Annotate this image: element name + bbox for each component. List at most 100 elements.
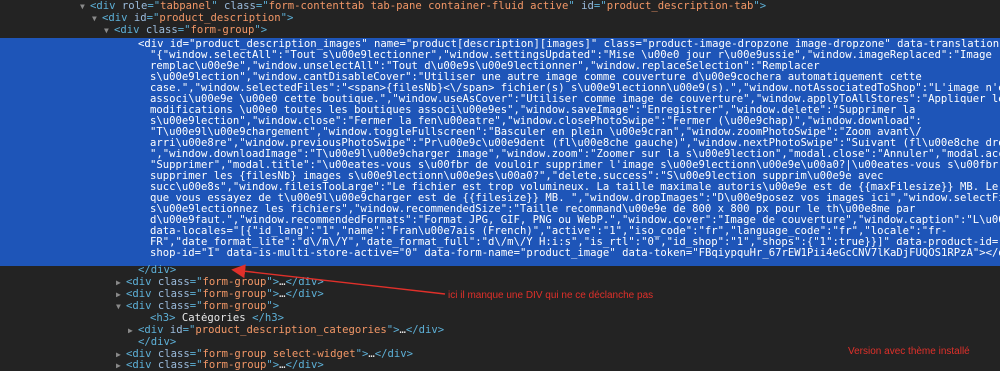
- collapse-arrow-icon[interactable]: ▶: [116, 349, 126, 360]
- code-token: =": [991, 237, 1000, 248]
- product-description-images-line-9[interactable]: "T\u00e9l\u00e9chargement","window.toggl…: [0, 127, 1000, 138]
- code-token: id: [133, 13, 147, 24]
- code-token: form-group select-widget: [202, 349, 356, 360]
- code-token: class: [223, 1, 256, 12]
- code-token: =": [399, 39, 413, 50]
- code-token: case.","window.selectedFiles":"<span>{fi…: [150, 83, 1000, 94]
- product-description-images-line-19[interactable]: FR","date_format_lite":"d\/m\/Y","date_f…: [0, 237, 1000, 248]
- code-token: </div>: [285, 277, 324, 288]
- code-token: </div>: [285, 360, 324, 371]
- code-token: class: [145, 25, 178, 36]
- code-token: data-is-multi-store-active: [226, 248, 393, 259]
- expand-arrow-icon[interactable]: ▼: [116, 301, 126, 312]
- code-token: FR","date_format_lite":"d\/m\/Y","date_f…: [150, 237, 890, 248]
- product-description-images-line-3[interactable]: remplac\u00e9e","window.unselectAll":"To…: [0, 61, 1000, 72]
- form-group-expanded-line[interactable]: ▼ <div class="form-group">: [0, 301, 1000, 312]
- code-token: ": [884, 39, 898, 50]
- code-token: s\u00e9lection","window.close":"Fermer l…: [150, 116, 922, 127]
- code-token: product_image: [526, 248, 610, 259]
- expand-arrow-icon[interactable]: ▼: [104, 25, 114, 36]
- code-token: =": [226, 226, 240, 237]
- code-token: form-group: [202, 360, 267, 371]
- product-description-images-line-12[interactable]: "Supprimer","modal.title":"\u00eates-vou…: [0, 160, 1000, 171]
- product-description-images-line-6[interactable]: associ\u00e9e \u00e0 cette boutique.","w…: [0, 94, 1000, 105]
- code-token: ">: [254, 25, 268, 36]
- product-description-images-line-10[interactable]: arri\u00e8re","window.previousPhotoSwipe…: [0, 138, 1000, 149]
- code-token: data-form-name: [424, 248, 514, 259]
- code-token: d\u00e9faut.","window.recommendedFormats…: [150, 215, 1000, 226]
- code-token: class: [157, 289, 190, 300]
- code-token: ": [609, 248, 623, 259]
- code-token: "></div>: [972, 248, 1000, 259]
- product-description-images-line-2[interactable]: "{"window.selectAll":"Tout s\u00e9lectio…: [0, 50, 1000, 61]
- product-description-images-line-4[interactable]: s\u00e9lection","window.cantDisableCover…: [0, 72, 1000, 83]
- form-group-collapsed-line-1[interactable]: ▶ <div class="form-group">…</div>: [0, 277, 1000, 288]
- code-token: product_description: [159, 13, 281, 24]
- code-token: associ\u00e9e \u00e0 cette boutique.","w…: [150, 94, 1000, 105]
- code-token: class: [157, 301, 190, 312]
- expand-arrow-icon[interactable]: ▼: [92, 13, 102, 24]
- code-token: =": [635, 39, 649, 50]
- code-token: form-group: [202, 277, 267, 288]
- product-description-images-line-20[interactable]: shop-id="1" data-is-multi-store-active="…: [0, 248, 1000, 259]
- collapse-arrow-icon[interactable]: ▶: [116, 360, 126, 371]
- code-token: =": [189, 277, 203, 288]
- code-token: =": [182, 39, 196, 50]
- code-token: shop-id: [150, 248, 195, 259]
- code-token: data-locales: [150, 226, 227, 237]
- code-token: product_description_categories: [195, 325, 387, 336]
- code-token: "T\u00e9l\u00e9chargement","window.toggl…: [150, 127, 922, 138]
- product-description-images-line-14[interactable]: succ\u00e8s","window.fileisTooLarge":"Le…: [0, 182, 1000, 193]
- collapse-arrow-icon[interactable]: ▶: [116, 289, 126, 300]
- code-token: class: [603, 39, 636, 50]
- form-group-collapsed-line-3[interactable]: ▶ <div class="form-group">…</div>: [0, 360, 1000, 371]
- code-token: ">: [266, 360, 280, 371]
- product-description-div-line[interactable]: ▼ <div id="product_description">: [0, 13, 1000, 24]
- code-token: form-group: [202, 289, 267, 300]
- collapse-arrow-icon[interactable]: ▶: [116, 277, 126, 288]
- product-description-images-line-18[interactable]: data-locales="[{"id_lang":"1","name":"Fr…: [0, 226, 1000, 237]
- product-description-images-line-7[interactable]: modifications \u00e0 toutes les boutique…: [0, 105, 1000, 116]
- code-token: role: [121, 1, 148, 12]
- code-token: </div>: [374, 349, 414, 360]
- h3-categories-line[interactable]: <h3> Catégories </h3>: [0, 313, 1000, 324]
- code-token: id: [169, 325, 183, 336]
- product-description-images-line-1[interactable]: <div id="product_description_images" nam…: [0, 39, 1000, 50]
- closing-div-line[interactable]: </div>: [0, 265, 1000, 276]
- code-token: "{"window.selectAll":"Tout s\u00e9lectio…: [150, 50, 992, 61]
- product-description-images-line-15[interactable]: que vous essayez de t\u00e9l\u00e9charge…: [0, 193, 1000, 204]
- code-token: =": [177, 25, 191, 36]
- code-token: <h3>: [150, 313, 176, 324]
- product-description-images-line-8[interactable]: s\u00e9lection","window.close":"Fermer l…: [0, 116, 1000, 127]
- product-description-images-line-16[interactable]: s\u00e9lectionnez les fichiers","window.…: [0, 204, 1000, 215]
- code-token: succ\u00e8s","window.fileisTooLarge":"Le…: [150, 182, 1000, 193]
- product-description-images-line-11[interactable]: ","window.downloadImage":"T\u00e9l\u00e9…: [0, 149, 1000, 160]
- code-token: ">: [280, 13, 294, 24]
- product-description-images-line-13[interactable]: supprimer les {filesNb} images s\u00e9le…: [0, 171, 1000, 182]
- product-description-images-line-5[interactable]: case.","window.selectedFiles":"<span>{fi…: [0, 83, 1000, 94]
- code-token: s\u00e9lection","window.cantDisableCover…: [150, 72, 922, 83]
- code-token: ": [590, 39, 604, 50]
- code-token: <div: [126, 277, 158, 288]
- code-token: ">: [753, 1, 767, 12]
- code-token: <div: [126, 289, 158, 300]
- code-token: =": [685, 248, 699, 259]
- code-token: <div: [126, 301, 158, 312]
- code-token: </div>: [405, 325, 445, 336]
- code-token: product-image-dropzone image-dropzone: [648, 39, 885, 50]
- code-token: supprimer les {filesNb} images s\u00e9le…: [150, 171, 884, 182]
- code-token: ": [211, 1, 224, 12]
- form-group-div-line[interactable]: ▼ <div class="form-group">: [0, 25, 1000, 36]
- missing-div-annotation: ici il manque une DIV qui ne ce déclanch…: [448, 290, 654, 301]
- code-token: </div>: [285, 289, 324, 300]
- theme-version-annotation: Version avec thème installé: [848, 346, 970, 357]
- categories-div-line[interactable]: ▶ <div id="product_description_categories…: [0, 325, 1000, 336]
- code-token: form-group: [202, 301, 267, 312]
- product-description-images-line-17[interactable]: d\u00e9faut.","window.recommendedFormats…: [0, 215, 1000, 226]
- code-token: [{"id_lang":"1","name":"Fran\u00e7ais (F…: [239, 226, 948, 237]
- code-token: <div: [126, 349, 158, 360]
- code-token: ">: [386, 325, 400, 336]
- collapse-arrow-icon[interactable]: ▶: [128, 325, 138, 336]
- tabpanel-div-line[interactable]: ▼ <div role="tabpanel" class="form-conten…: [0, 1, 1000, 12]
- expand-arrow-icon[interactable]: ▼: [80, 1, 90, 12]
